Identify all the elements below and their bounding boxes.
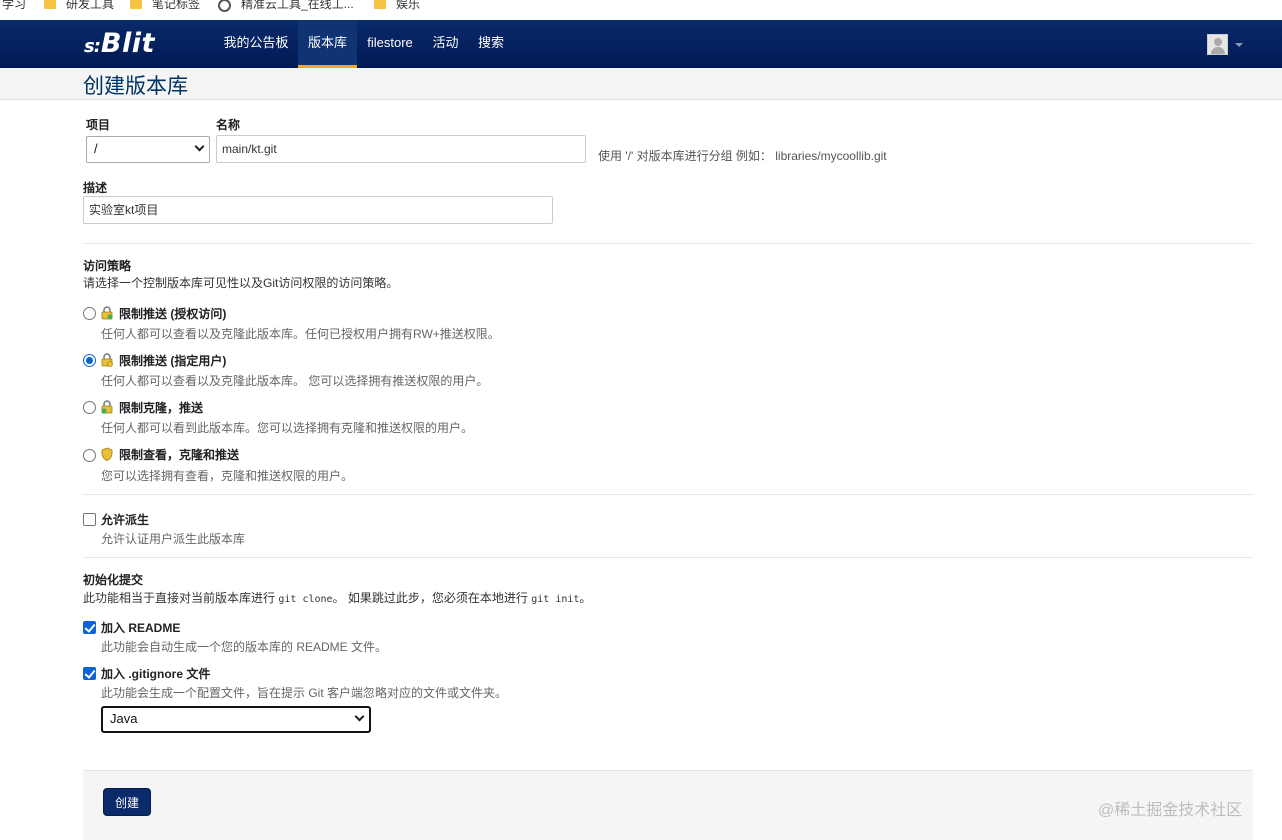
nav-search[interactable]: 搜索: [468, 20, 514, 68]
add-gitignore-title: 加入 .gitignore 文件: [101, 667, 211, 681]
radio-restricted-push-named[interactable]: [83, 354, 96, 367]
bookmark-label: 笔记标签: [152, 0, 201, 11]
folder-icon: [374, 0, 386, 9]
brand-name: Blit: [100, 28, 155, 59]
bookmark-label: 学习: [2, 0, 27, 11]
chevron-down-icon: [354, 711, 365, 722]
nav-activity[interactable]: 活动: [423, 20, 468, 68]
avatar-body: [1211, 47, 1225, 54]
page-title: 创建版本库: [83, 75, 188, 98]
watermark: @稀土掘金技术社区: [1098, 802, 1243, 819]
form-actions: [83, 770, 1253, 840]
description-input[interactable]: 实验室kt项目: [83, 196, 553, 224]
brand-logo[interactable]: s:Blit: [84, 28, 155, 59]
option-desc: 任何人都可以看到此版本库。您可以选择拥有克隆和推送权限的用户。: [101, 421, 474, 435]
add-gitignore-checkbox[interactable]: [83, 667, 96, 680]
radio-restricted-clone-push[interactable]: [83, 401, 96, 414]
option-desc: 任何人都可以查看以及克隆此版本库。任何已授权用户拥有RW+推送权限。: [101, 327, 500, 341]
add-readme-checkbox[interactable]: [83, 621, 96, 634]
option-title: 限制查看，克隆和推送: [119, 448, 240, 462]
bookmark-cloud-tools[interactable]: 精准云工具_在线工...: [218, 0, 354, 12]
lock-icon: [101, 400, 113, 414]
init-commit-help: 此功能相当于直接对当前版本库进行 git clone。 如果跳过此步，您必须在本…: [83, 589, 591, 606]
project-select-value: /: [94, 141, 98, 156]
add-readme-desc: 此功能会自动生成一个您的版本库的 README 文件。: [101, 640, 388, 654]
help-text: 此功能相当于直接对当前版本库进行: [83, 591, 276, 605]
shield-icon: [101, 447, 113, 461]
allow-fork-desc: 允许认证用户派生此版本库: [101, 532, 246, 546]
bookmark-notes[interactable]: 笔记标签: [130, 0, 200, 12]
allow-fork-title: 允许派生: [101, 513, 150, 527]
option-desc: 任何人都可以查看以及克隆此版本库。 您可以选择拥有推送权限的用户。: [101, 374, 489, 388]
bookmark-study[interactable]: 学习: [2, 0, 26, 12]
option-desc: 您可以选择拥有查看，克隆和推送权限的用户。: [101, 469, 354, 483]
option-title: 限制克隆，推送: [119, 401, 204, 415]
radio-restricted-view-clone-push[interactable]: [83, 449, 96, 462]
option-title: 限制推送 (指定用户): [119, 354, 227, 368]
add-gitignore-desc: 此功能会生成一个配置文件，旨在提示 Git 客户端忽略对应的文件或文件夹。: [101, 686, 508, 700]
chevron-down-icon: [194, 141, 205, 152]
access-policy-help: 请选择一个控制版本库可见性以及Git访问权限的访问策略。: [83, 276, 399, 290]
nav-dashboard[interactable]: 我的公告板: [214, 20, 298, 68]
divider: [83, 243, 1253, 244]
divider: [83, 494, 1253, 495]
description-label: 描述: [83, 181, 108, 195]
divider: [83, 557, 1253, 558]
page-header-band: [0, 68, 1282, 100]
project-label: 项目: [86, 118, 111, 132]
help-text: 。 如果跳过此步，您必须在本地进行: [332, 591, 528, 605]
git-init-code: git init: [531, 594, 580, 605]
avatar-head: [1214, 38, 1222, 46]
init-commit-title: 初始化提交: [83, 573, 144, 587]
folder-icon: [130, 0, 142, 9]
bookmark-dev-tools[interactable]: 研发工具: [44, 0, 114, 12]
add-readme-title: 加入 README: [101, 621, 181, 635]
bookmark-label: 娱乐: [396, 0, 421, 11]
radio-restricted-push-authenticated[interactable]: [83, 307, 96, 320]
lock-icon: [101, 306, 113, 320]
access-policy-title: 访问策略: [83, 259, 132, 273]
gitignore-template-select[interactable]: Java: [101, 706, 371, 733]
bookmarks-bar: 学习 研发工具 笔记标签 精准云工具_在线工... 娱乐: [0, 0, 1282, 20]
lock-icon: [101, 353, 113, 367]
gitignore-select-value: Java: [110, 711, 138, 726]
option-title: 限制推送 (授权访问): [119, 307, 227, 321]
top-navbar: s:Blit 我的公告板 版本库 filestore 活动 搜索: [0, 20, 1282, 68]
brand-prefix: s:: [84, 36, 101, 57]
create-button[interactable]: 创建: [103, 788, 151, 816]
name-hint: 使用 '/' 对版本库进行分组 例如： libraries/mycoollib.…: [598, 149, 887, 163]
folder-icon: [44, 0, 56, 9]
help-text: 。: [579, 591, 592, 605]
project-select[interactable]: /: [86, 136, 210, 163]
caret-down-icon[interactable]: [1235, 43, 1243, 47]
allow-fork-checkbox[interactable]: [83, 513, 96, 526]
bookmark-label: 精准云工具_在线工...: [241, 0, 354, 11]
git-clone-code: git clone: [278, 594, 333, 605]
name-label: 名称: [216, 118, 241, 132]
globe-icon: [218, 0, 231, 12]
bookmark-entertainment[interactable]: 娱乐: [374, 0, 420, 12]
bookmark-label: 研发工具: [66, 0, 115, 11]
user-avatar[interactable]: [1207, 34, 1228, 55]
nav-filestore[interactable]: filestore: [357, 20, 423, 68]
nav-repositories[interactable]: 版本库: [298, 20, 357, 68]
repo-name-input[interactable]: main/kt.git: [216, 135, 586, 163]
